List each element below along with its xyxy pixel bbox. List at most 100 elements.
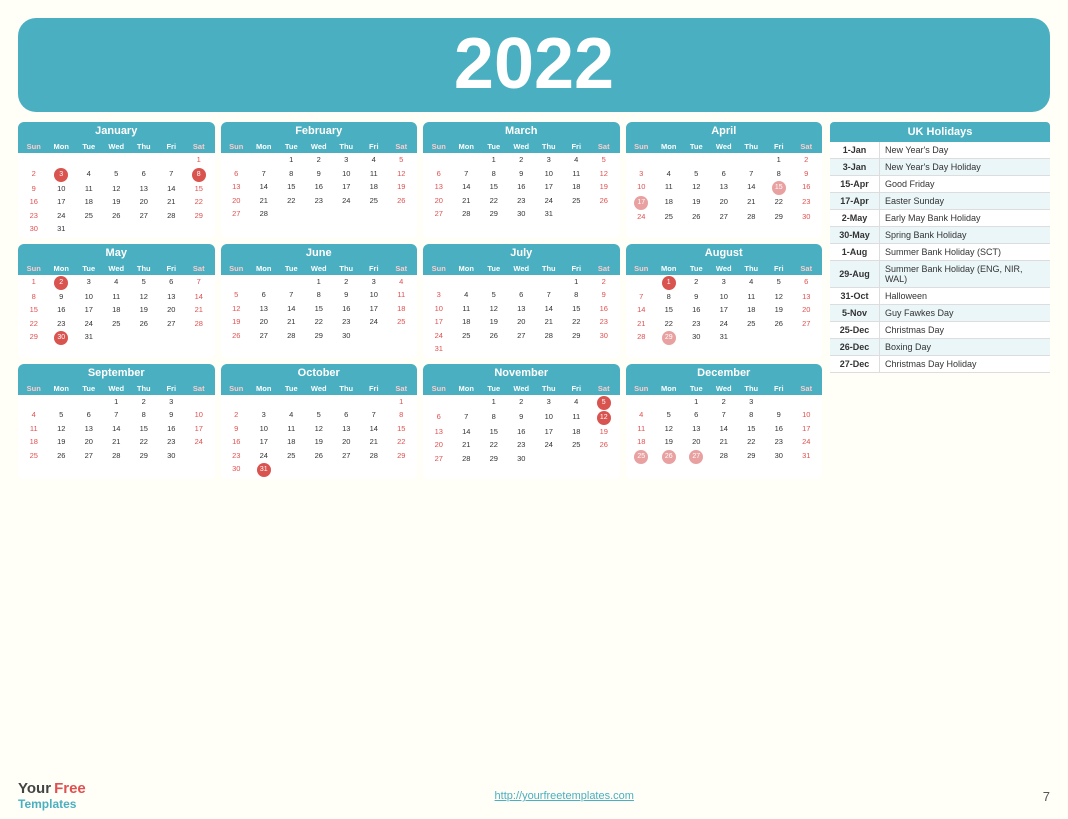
month-days-may: 1234567891011121314151617181920212223242… xyxy=(18,275,215,348)
day-cell: 16 xyxy=(765,423,793,436)
day-header-tue: Tue xyxy=(75,263,103,274)
day-cell: 18 xyxy=(360,181,388,194)
day-cell: 14 xyxy=(360,423,388,436)
day-cell: 31 xyxy=(75,331,103,345)
day-cell: 5 xyxy=(480,289,508,302)
day-cell: 15 xyxy=(388,423,416,436)
day-cell: 4 xyxy=(278,409,306,422)
day-headers-may: SunMonTueWedThuFriSat xyxy=(18,262,215,275)
day-cell: 13 xyxy=(425,181,453,194)
day-cell: 25 xyxy=(388,316,416,329)
day-cell xyxy=(333,208,361,221)
month-days-december: 1234567891011121314151617181920212223242… xyxy=(626,395,823,466)
day-cell: 11 xyxy=(655,181,683,195)
day-cell: 19 xyxy=(590,181,618,194)
day-cell: 23 xyxy=(333,316,361,329)
day-header-sun: Sun xyxy=(20,383,48,394)
day-cell: 6 xyxy=(683,409,711,422)
day-cell: 10 xyxy=(360,289,388,302)
day-cell: 28 xyxy=(738,211,766,224)
day-cell: 14 xyxy=(453,181,481,194)
day-header-thu: Thu xyxy=(738,383,766,394)
day-header-thu: Thu xyxy=(333,383,361,394)
month-block-july: JulySunMonTueWedThuFriSat123456789101112… xyxy=(423,244,620,358)
day-cell: 23 xyxy=(590,316,618,329)
day-cell: 6 xyxy=(425,411,453,425)
day-headers-september: SunMonTueWedThuFriSat xyxy=(18,382,215,395)
day-cell: 29 xyxy=(305,330,333,343)
day-cell xyxy=(130,223,158,236)
day-header-tue: Tue xyxy=(278,383,306,394)
day-header-sun: Sun xyxy=(425,263,453,274)
day-cell: 2 xyxy=(710,396,738,409)
day-cell: 11 xyxy=(628,423,656,436)
day-cell: 26 xyxy=(480,330,508,343)
day-cell xyxy=(360,463,388,477)
day-cell: 29 xyxy=(480,208,508,221)
day-header-wed: Wed xyxy=(103,141,131,152)
day-cell: 16 xyxy=(48,304,76,317)
day-cell: 6 xyxy=(710,168,738,181)
day-header-wed: Wed xyxy=(710,263,738,274)
day-cell: 11 xyxy=(75,183,103,196)
day-cell: 7 xyxy=(158,168,186,182)
month-days-june: 1234567891011121314151617181920212223242… xyxy=(221,275,418,345)
day-cell: 16 xyxy=(333,303,361,316)
day-headers-april: SunMonTueWedThuFriSat xyxy=(626,140,823,153)
day-cell: 21 xyxy=(453,195,481,208)
day-cell: 11 xyxy=(278,423,306,436)
day-cell: 16 xyxy=(590,303,618,316)
day-cell: 30 xyxy=(590,330,618,343)
day-cell xyxy=(425,396,453,410)
day-cell: 27 xyxy=(75,450,103,463)
day-cell xyxy=(360,208,388,221)
day-cell: 28 xyxy=(453,208,481,221)
day-cell xyxy=(48,396,76,409)
day-cell xyxy=(535,453,563,466)
day-headers-january: SunMonTueWedThuFriSat xyxy=(18,140,215,153)
holiday-name: Early May Bank Holiday xyxy=(880,210,1050,226)
day-cell: 12 xyxy=(388,168,416,181)
day-cell: 1 xyxy=(662,276,676,290)
day-cell: 14 xyxy=(535,303,563,316)
day-cell: 2 xyxy=(223,409,251,422)
holiday-date: 26-Dec xyxy=(830,339,880,355)
holiday-name: Boxing Day xyxy=(880,339,1050,355)
day-cell: 19 xyxy=(103,196,131,209)
day-cell: 25 xyxy=(278,450,306,463)
day-cell: 26 xyxy=(130,318,158,331)
day-cell: 19 xyxy=(305,436,333,449)
day-cell xyxy=(793,396,821,409)
day-cell xyxy=(590,453,618,466)
day-cell: 2 xyxy=(333,276,361,289)
footer: Your Free Templates http://yourfreetempl… xyxy=(0,781,1068,811)
month-days-july: 1234567891011121314151617181920212223242… xyxy=(423,275,620,358)
day-cell: 24 xyxy=(360,316,388,329)
day-cell xyxy=(453,154,481,167)
day-cell: 19 xyxy=(765,304,793,317)
day-cell: 1 xyxy=(388,396,416,409)
day-header-mon: Mon xyxy=(655,141,683,152)
day-cell: 8 xyxy=(20,291,48,304)
day-cell: 20 xyxy=(710,196,738,210)
day-cell: 15 xyxy=(738,423,766,436)
day-cell: 19 xyxy=(48,436,76,449)
day-cell: 1 xyxy=(20,276,48,290)
holiday-date: 27-Dec xyxy=(830,356,880,372)
day-cell: 14 xyxy=(278,303,306,316)
day-cell: 30 xyxy=(765,450,793,464)
day-cell: 31 xyxy=(710,331,738,345)
day-cell xyxy=(535,276,563,289)
day-cell: 29 xyxy=(130,450,158,463)
day-cell: 7 xyxy=(453,411,481,425)
day-cell: 7 xyxy=(738,168,766,181)
day-cell: 23 xyxy=(158,436,186,449)
day-cell: 30 xyxy=(158,450,186,463)
day-cell: 5 xyxy=(683,168,711,181)
day-cell xyxy=(103,154,131,167)
day-cell: 5 xyxy=(223,289,251,302)
day-cell: 11 xyxy=(738,291,766,304)
footer-url[interactable]: http://yourfreetemplates.com xyxy=(495,790,634,802)
day-cell: 19 xyxy=(223,316,251,329)
day-header-sat: Sat xyxy=(185,263,213,274)
